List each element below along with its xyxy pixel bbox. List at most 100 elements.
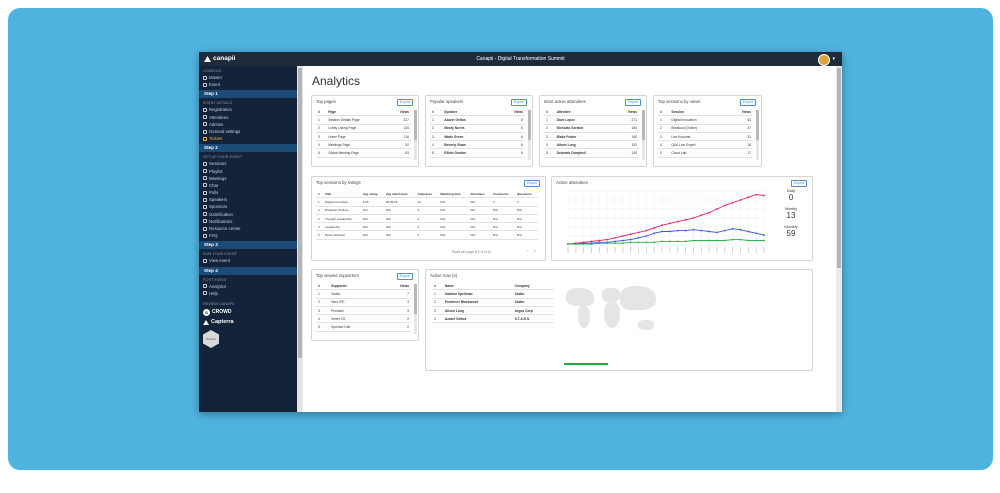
data-point: [755, 193, 758, 196]
table-row: 2 Prudence Blackwood Zadko: [432, 298, 554, 307]
data-point: [731, 201, 734, 204]
sidebar-item-general-settings[interactable]: General settings: [199, 128, 297, 135]
x-tick: [716, 247, 718, 253]
export-button[interactable]: Export: [739, 99, 756, 106]
card-scrollbar[interactable]: [414, 284, 417, 334]
export-button[interactable]: Export: [396, 273, 413, 280]
active-attendees-chart-card: Active attendees Export Daily 0 Weekly 13 …: [551, 176, 813, 261]
sidebar-item-gamification[interactable]: Gamification: [199, 211, 297, 218]
export-button[interactable]: Export: [396, 99, 413, 106]
data-point: [700, 239, 703, 242]
table-row: 1 Session Details Page 327: [316, 115, 411, 125]
data-point: [755, 239, 758, 242]
g2-crowd-link[interactable]: G CROWD: [199, 307, 297, 318]
data-point: [661, 240, 663, 243]
step-2-header[interactable]: Step 2: [199, 144, 297, 153]
sidebar-item-polls[interactable]: Polls: [199, 189, 297, 196]
x-tick: [583, 247, 585, 253]
data-point: [723, 239, 726, 242]
card-scrollbar[interactable]: [642, 110, 645, 160]
page-title: Analytics: [312, 74, 361, 88]
table-row: 1 Dave Lopez 271: [544, 115, 639, 125]
sidebar-item-sponsors[interactable]: Sponsors: [199, 203, 297, 210]
sidebar-item-help[interactable]: Help: [199, 290, 297, 297]
export-button[interactable]: Export: [523, 180, 540, 187]
table-row: 5 Deborah Campbell 140: [544, 148, 639, 158]
table-row: 1 Azazel Geltos 8: [430, 115, 525, 125]
sidebar-section-console: CONSOLE: [203, 69, 222, 73]
capterra-logo-icon: [203, 320, 209, 326]
step-2-subtitle: SET UP YOUR EVENT: [203, 155, 243, 160]
step-4-header[interactable]: Step 4: [199, 266, 297, 275]
user-avatar[interactable]: [818, 54, 830, 66]
data-point: [621, 239, 624, 242]
table-row: 2 Lobby Listing Page 134: [316, 124, 411, 133]
top-pages-table: # Page Views 1 Session Details Page 327 2 Lob…: [316, 108, 411, 158]
sidebar-section-review: REVIEW CANAPII: [203, 301, 235, 306]
sidebar-item-notifications[interactable]: Notifications: [199, 218, 297, 225]
data-point: [684, 240, 687, 243]
sidebar-item-speakers[interactable]: Speakers: [199, 196, 297, 203]
x-tick: [669, 247, 671, 253]
data-point: [598, 242, 601, 245]
data-point: [590, 240, 593, 243]
last-page-button[interactable]: »: [534, 249, 536, 253]
card-scrollbar[interactable]: [528, 110, 531, 160]
sidebar-item-playlist[interactable]: Playlist: [199, 168, 297, 175]
top-sessions-ratings-table: # Title Avg rating Avg watch time Attendees…: [316, 190, 538, 240]
form-icon: [203, 107, 207, 112]
users-icon: [203, 115, 207, 120]
capterra-link[interactable]: Capterra: [199, 318, 297, 328]
export-button[interactable]: Export: [510, 99, 527, 106]
x-tick: [685, 247, 686, 253]
data-point: [637, 236, 640, 239]
sidebar-item-registration[interactable]: Registration: [199, 106, 297, 113]
data-point: [708, 239, 711, 242]
sidebar-item-chat[interactable]: Chat: [199, 182, 297, 189]
sidebar-item-master[interactable]: Master: [199, 74, 297, 81]
data-point: [637, 241, 640, 244]
active-attendees-list-card: Most active attendees Export # Attendee Vi…: [539, 95, 647, 167]
card-scrollbar[interactable]: [414, 110, 417, 160]
top-pages-card: Top pages Export # Page Views 1 Session Det…: [311, 95, 419, 167]
active-attendees-line-chart: [567, 190, 765, 253]
step-1-header[interactable]: Step 1: [199, 90, 297, 99]
popular-speakers-table: # Speaker Views 1 Azazel Geltos 8 2 Monty Nor…: [430, 108, 525, 158]
data-point: [582, 243, 585, 245]
data-point: [700, 229, 703, 232]
sidebar-item-meetings[interactable]: Meetings: [199, 175, 297, 182]
export-button[interactable]: Export: [624, 99, 641, 106]
data-point: [645, 241, 648, 244]
data-point: [676, 229, 679, 232]
data-point: [629, 233, 632, 236]
x-tick: [591, 247, 592, 253]
table-row: 3 Wade Green 6: [430, 132, 525, 142]
sidebar-item-faq[interactable]: FAQ: [199, 232, 297, 239]
sidebar-item-sessions[interactable]: Sessions: [199, 160, 297, 167]
sidebar-item-analytics[interactable]: Analytics: [199, 283, 297, 290]
sidebar-item-admins[interactable]: Admins: [199, 121, 297, 128]
table-row: 1 Zadko 7: [316, 289, 411, 299]
sidebar-item-attendees[interactable]: Attendees: [199, 114, 297, 121]
data-point: [567, 243, 569, 245]
world-map: [564, 284, 660, 354]
main-scrollbar[interactable]: [836, 66, 842, 412]
sidebar-item-tickets[interactable]: Tickets: [199, 135, 297, 142]
data-point: [684, 218, 687, 221]
card-scrollbar[interactable]: [756, 110, 759, 160]
x-tick: [732, 247, 734, 253]
sidebar-item-view-event[interactable]: View event: [199, 257, 297, 264]
help-icon: [203, 291, 207, 296]
sidebar-item-resource-center[interactable]: Resource center: [199, 225, 297, 232]
card-title: Popular speakers: [430, 99, 464, 104]
table-row: 5 Cloud Lab 17: [658, 148, 753, 158]
data-point: [716, 231, 718, 234]
next-page-button[interactable]: ›: [527, 249, 528, 253]
top-sessions-ratings-card: Top sessions by ratings Export # Title Avg…: [311, 176, 546, 261]
step-3-header[interactable]: Step 3: [199, 241, 297, 250]
chevron-down-icon[interactable]: ▾: [832, 56, 835, 62]
export-button[interactable]: Export: [790, 180, 807, 187]
data-point: [716, 239, 718, 242]
sidebar-item-event[interactable]: Event: [199, 81, 297, 88]
partner-badge: Partner: [203, 329, 219, 348]
